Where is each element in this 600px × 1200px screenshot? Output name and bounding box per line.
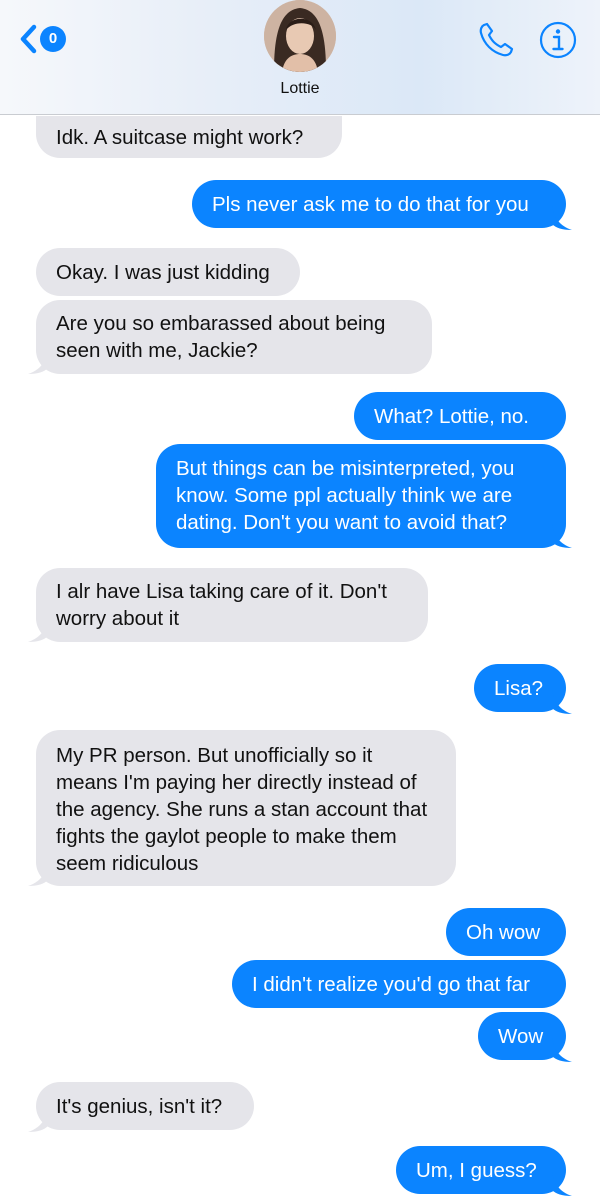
message-bubble-incoming[interactable]: Idk. A suitcase might work? <box>36 116 342 158</box>
bubble-tail <box>552 1038 572 1062</box>
bubble-tail <box>28 350 48 374</box>
bubble-tail <box>552 690 572 714</box>
bubble-tail <box>28 862 48 886</box>
bubble-tail <box>28 1108 48 1132</box>
message-bubble-outgoing[interactable]: I didn't realize you'd go that far <box>232 960 566 1008</box>
message-bubble-outgoing[interactable]: Pls never ask me to do that for you <box>192 180 566 228</box>
message-bubble-incoming[interactable]: Okay. I was just kidding <box>36 248 300 296</box>
message-bubble-outgoing[interactable]: But things can be misinterpreted, you kn… <box>156 444 566 548</box>
phone-icon <box>479 22 514 57</box>
message-bubble-incoming[interactable]: It's genius, isn't it? <box>36 1082 254 1130</box>
message-bubble-incoming[interactable]: I alr have Lisa taking care of it. Don't… <box>36 568 428 642</box>
avatar-image <box>264 0 336 72</box>
call-button[interactable] <box>474 18 518 62</box>
message-bubble-outgoing[interactable]: Um, I guess? <box>396 1146 566 1194</box>
unread-badge: 0 <box>40 26 66 52</box>
chevron-left-icon <box>20 24 37 54</box>
bubble-tail <box>552 1172 572 1196</box>
message-bubble-outgoing[interactable]: Oh wow <box>446 908 566 956</box>
message-bubble-incoming[interactable]: My PR person. But unofficially so it mea… <box>36 730 456 886</box>
back-button[interactable]: 0 <box>18 22 72 56</box>
info-button[interactable] <box>538 20 578 60</box>
bubble-tail <box>552 206 572 230</box>
message-bubble-incoming[interactable]: Are you so embarassed about being seen w… <box>36 300 432 374</box>
info-icon <box>539 21 577 59</box>
bubble-tail <box>28 618 48 642</box>
message-bubble-outgoing[interactable]: What? Lottie, no. <box>354 392 566 440</box>
contact-name[interactable]: Lottie <box>0 80 600 98</box>
conversation-header: 0 Lottie <box>0 0 600 115</box>
contact-avatar[interactable] <box>264 0 336 72</box>
bubble-tail <box>552 524 572 548</box>
